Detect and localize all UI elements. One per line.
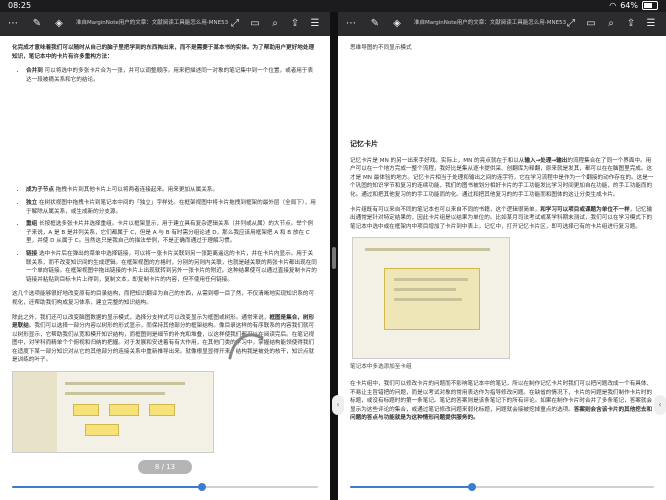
search-icon[interactable]: ⌕ (604, 17, 618, 31)
section-heading: 记忆卡片 (350, 139, 378, 148)
screenshot-image (352, 237, 510, 360)
pencil-icon[interactable]: ✎ (30, 17, 44, 31)
page-indicator-badge: 8 / 13 (138, 460, 192, 474)
fullscreen-icon[interactable]: ⤢ (564, 17, 578, 31)
list-item: 成为子节点 拖拽卡片到其他卡片上可以将两者连接起来。用来更加从属关系。 (26, 186, 318, 195)
search-icon[interactable]: ⌕ (268, 17, 282, 31)
left-document-pane: ⋯ ✎ ◈ 准自MarginNote用户的文章：文献阅读工具能怎么用-MNE53… (0, 12, 330, 500)
list-item: 合并到 可以将选中的多张卡片合为一张，并可以调整顺序。用来把描述同一对象的笔记集… (26, 67, 318, 84)
list-item: 重组 长按框选多张卡片并选择重组。卡片以框架显示，用于建立具有复杂逻辑关系（并列… (26, 220, 318, 246)
slider-knob[interactable] (197, 483, 206, 491)
wifi-icon: ◠ (609, 1, 617, 10)
list-item: 独立 在树状视图中拖拽卡片到笔记本中间的「独立」字样处。在框架视图中将卡片拖拽到… (26, 199, 318, 216)
screenshot-row (65, 392, 165, 396)
blank-space (350, 59, 654, 129)
slider-fill (12, 486, 202, 488)
screenshot-image (12, 371, 214, 454)
screenshot-row (365, 248, 491, 252)
status-time: 08:25 (8, 1, 32, 10)
left-toolbar: ⋯ ✎ ◈ 准自MarginNote用户的文章：文献阅读工具能怎么用-MNE53… (0, 12, 330, 36)
screenshot-card (149, 404, 175, 417)
document-title: 准自MarginNote用户的文章：文献阅读工具能怎么用-MNE53 (414, 20, 567, 26)
list-item: 链接 选中卡片后在弹出的菜单中选择链接，可以将一张卡片关联到另一张距离遥远的卡片… (26, 250, 318, 284)
chevron-left-icon[interactable]: ‹ (332, 395, 344, 415)
paragraph-structure: 这几个选项能够很好地改变原有的目录结构，而把知识翻译为自己的东西，从需到哪一目了… (12, 291, 315, 306)
screenshot-card (109, 404, 139, 417)
fullscreen-icon[interactable]: ⤢ (228, 17, 242, 31)
split-view-handle[interactable] (332, 247, 336, 269)
document-title: 准自MarginNote用户的文章：文献阅读工具能怎么用-MNE53 (76, 20, 229, 26)
battery-percent: 64% (620, 1, 638, 10)
paragraph-question: 在卡片组中，我们可以修改卡片的问题而不影响笔记本中的笔记，所以在制作记忆卡片时我… (350, 380, 653, 422)
top-caption: 思维导图的不同显示模式 (350, 45, 412, 51)
sidebar-icon[interactable]: ▭ (584, 17, 598, 31)
screenshot-row (393, 288, 456, 292)
share-icon[interactable]: ⇪ (624, 17, 638, 31)
bullet-list-1: 合并到 可以将选中的多张卡片合为一张，并可以调整顺序。用来把描述同一对象的笔记集… (12, 67, 318, 84)
screenshot-card (73, 404, 99, 417)
sidebar-icon[interactable]: ▭ (248, 17, 262, 31)
pen-stroke-annotation (228, 333, 264, 360)
list-icon[interactable]: ☰ (308, 17, 322, 31)
screenshot-row (393, 298, 463, 302)
right-document-pane: ⋯ ✎ ◈ 准自MarginNote用户的文章：文献阅读工具能怎么用-MNE53… (338, 12, 666, 500)
battery-icon (642, 1, 658, 10)
screenshot-card (85, 424, 119, 437)
chevron-left-icon[interactable]: ‹ (654, 395, 666, 415)
screenshot-row (65, 382, 185, 386)
image-caption: 笔记本中多选添加至卡组 (350, 364, 412, 371)
split-view-divider[interactable] (330, 12, 338, 500)
right-content: 思维导图的不同显示模式 记忆卡片 记忆卡片是 MN 的另一出来手好戏。实际上，M… (338, 36, 666, 500)
screenshot-row (393, 278, 469, 282)
list-icon[interactable]: ☰ (644, 17, 658, 31)
layers-icon[interactable]: ◈ (52, 17, 66, 31)
pencil-icon[interactable]: ✎ (368, 17, 382, 31)
intro-paragraph: 化完成才意味着我们可以随时从自己的脑子里把学到的东西掏出来，而不是需要于某本书的… (12, 45, 315, 60)
paragraph-mindmap: 除此之外，我们还可以改变脑图数据的显示模式，选择分支样式可以改变显示为框图或树形… (12, 314, 315, 364)
more-icon[interactable]: ⋯ (6, 17, 20, 31)
right-toolbar: ⋯ ✎ ◈ 准自MarginNote用户的文章：文献阅读工具能怎么用-MNE53… (338, 12, 666, 36)
paragraph-deck: 卡片组既有可以来自不同的笔记本也可以来自不同的书籍，这个逻辑很简单，和学习可以项… (350, 206, 653, 230)
left-page-slider[interactable] (12, 480, 318, 494)
status-right: ◠ 64% (609, 1, 658, 10)
bullet-list-2: 成为子节点 拖拽卡片到其他卡片上可以将两者连接起来。用来更加从属关系。 独立 在… (12, 186, 318, 284)
blank-space (12, 90, 318, 186)
layers-icon[interactable]: ◈ (390, 17, 404, 31)
left-content: 化完成才意味着我们可以随时从自己的脑子里把学到的东西掏出来，而不是需要于某本书的… (0, 36, 330, 500)
screenshot-sidebar (13, 372, 57, 453)
right-page-slider[interactable] (350, 480, 654, 494)
slider-fill (350, 486, 472, 488)
more-icon[interactable]: ⋯ (344, 17, 358, 31)
status-bar: 08:25 ◠ 64% (0, 0, 666, 12)
share-icon[interactable]: ⇪ (288, 17, 302, 31)
paragraph-flashcard: 记忆卡片是 MN 的另一出来手好戏。实际上，MN 的亮点就在于和以从输入→处理→… (350, 157, 654, 198)
slider-knob[interactable] (467, 483, 476, 491)
